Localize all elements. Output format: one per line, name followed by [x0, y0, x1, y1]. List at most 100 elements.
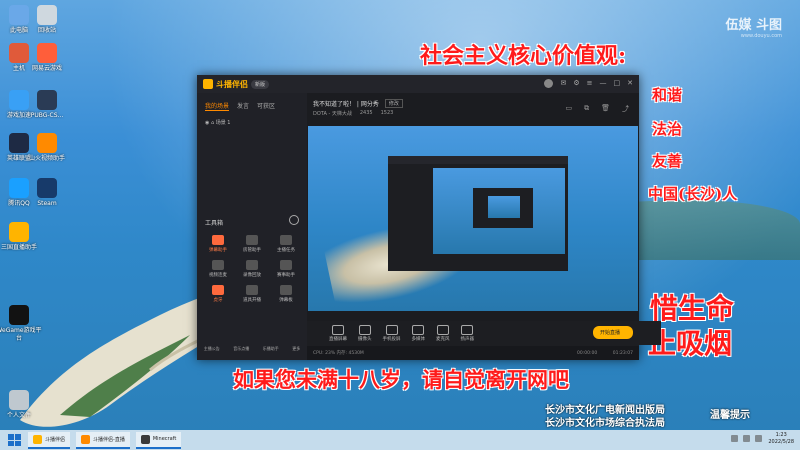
app-logo-icon	[203, 79, 213, 89]
desktop-icon-image	[9, 222, 29, 242]
taskbar-app[interactable]: 斗播伴侣-直播	[76, 431, 130, 449]
tool-button[interactable]: 房管助手	[235, 235, 269, 253]
desktop-icon[interactable]: PUBG-CS...	[24, 90, 70, 120]
overlay-issuer-2: 长沙市文化市场综合执法局	[545, 418, 665, 429]
tool-icon	[212, 235, 224, 245]
source-button[interactable]: 多媒体	[412, 324, 425, 342]
tab-speak[interactable]: 发言	[237, 101, 249, 111]
desktop-icon[interactable]: 三国直播助手	[0, 222, 42, 252]
tool-button[interactable]: 弹幕助手	[201, 235, 235, 253]
more-button[interactable]: 更多	[292, 346, 300, 352]
tool-icon	[212, 260, 224, 270]
source-icon	[358, 324, 371, 335]
desktop-icon-image	[37, 90, 57, 110]
room-category[interactable]: DOTA - 天梯大战	[313, 110, 352, 117]
copy-icon[interactable]: ⧉	[584, 104, 589, 114]
tool-button[interactable]: 道具开播	[235, 285, 269, 303]
scene-item[interactable]: ◉ ⌂ 场景 1	[197, 111, 307, 134]
announcement-button[interactable]: 主播公告	[204, 346, 220, 352]
source-icon	[412, 324, 425, 335]
start-button[interactable]	[8, 434, 22, 446]
desktop-icon[interactable]: 回收站	[24, 5, 70, 35]
tray-icons[interactable]	[731, 435, 762, 442]
tab-my-scene[interactable]: 我的场景	[205, 101, 230, 111]
room-number: 2435	[359, 110, 373, 116]
menu-icon[interactable]: ≡	[587, 79, 593, 88]
stream-preview[interactable]	[308, 126, 638, 311]
overlay-value-1: 和谐	[652, 86, 683, 104]
tool-button[interactable]: 赛事助手	[269, 260, 303, 278]
tool-button[interactable]: 虎牙	[201, 285, 235, 303]
version-pill[interactable]: 新版	[251, 79, 270, 89]
overlay-value-3: 友善	[652, 152, 683, 170]
tool-button[interactable]: 视频连麦	[201, 260, 235, 278]
status-clock: 01:23:07	[612, 350, 633, 356]
maximize-icon[interactable]: □	[614, 79, 621, 88]
taskbar-app-icon	[81, 434, 91, 444]
taskbar-app-icon	[33, 434, 42, 444]
tool-icon	[280, 285, 292, 295]
settings-icon[interactable]: ⚙	[573, 79, 579, 88]
tool-button[interactable]: 主播任务	[269, 235, 303, 253]
delete-icon[interactable]: 🗑	[601, 104, 610, 114]
taskbar-app-icon	[140, 434, 150, 444]
status-bar: CPU: 23% 内存: 4530M 00:00:00 01:23:07	[307, 346, 639, 360]
edit-title-button[interactable]: 修改	[384, 99, 403, 108]
desktop-icon-image	[37, 178, 57, 198]
source-button[interactable]: 扬声器	[461, 324, 474, 342]
overlay-heading: 社会主义核心价值观:	[420, 43, 627, 69]
desktop-icon-label: 网易云游戏	[31, 65, 62, 72]
message-icon[interactable]: ✉	[560, 79, 566, 88]
source-button[interactable]: 直播屏幕	[329, 324, 347, 342]
music-button[interactable]: 音乐点播	[233, 346, 249, 352]
app-sidebar: 我的场景 发言 可获区 ◉ ⌂ 场景 1 工具箱 弹幕助手 房管助手 主播任务视频连…	[197, 93, 307, 360]
music-helper-button[interactable]: 乐播助手	[263, 346, 279, 352]
tool-button[interactable]: 弹幕板	[269, 285, 303, 303]
share-icon[interactable]: ⤴	[622, 104, 629, 114]
status-performance: CPU: 23% 内存: 4530M	[313, 351, 364, 356]
minimize-icon[interactable]: —	[600, 79, 607, 88]
app-titlebar[interactable]: 斗播伴侣 新版 ✉ ⚙ ≡ — □ ✕	[197, 75, 639, 93]
user-avatar[interactable]	[544, 79, 554, 88]
overlay-value-2: 法治	[652, 120, 683, 138]
desktop-icon-image	[37, 5, 57, 25]
tool-icon	[280, 235, 292, 245]
overlay-tip: 温馨提示	[710, 410, 750, 421]
desktop-icon-label: 个人文件	[6, 412, 31, 419]
source-button[interactable]: 麦克风	[436, 324, 450, 342]
desktop-icon-image	[37, 133, 57, 153]
room-title: 我不知道了啦！ | 网分秀	[313, 101, 379, 108]
desktop-icon[interactable]: 山火视频助手	[24, 133, 70, 163]
tab-available[interactable]: 可获区	[257, 101, 275, 111]
source-button[interactable]: 摄像头	[358, 324, 372, 342]
desktop-icon[interactable]: 网易云游戏	[24, 43, 70, 73]
overlay-cherish: 惜生命	[650, 292, 735, 325]
source-icon	[461, 324, 474, 335]
desktop-icon[interactable]: Steam	[24, 178, 70, 208]
layout-icon[interactable]: ▭	[565, 104, 572, 114]
desktop-icon-image	[37, 43, 57, 63]
taskbar-app[interactable]: Minecraft	[135, 431, 182, 449]
desktop-icon[interactable]: WeGame游戏平台	[0, 305, 42, 343]
toolbox-settings-icon[interactable]	[289, 215, 299, 225]
desktop-icon-label: 回收站	[37, 27, 56, 34]
overlay-city: 中国(长沙)人	[648, 185, 738, 203]
source-button[interactable]: 手机投屏	[383, 324, 401, 342]
watermark-logo: 伍媒 斗图 www.douyu.com	[725, 18, 782, 39]
taskbar: 斗播伴侣 斗播伴侣-直播 Minecraft 1:23 2022/5/28	[0, 430, 800, 450]
close-icon[interactable]: ✕	[627, 79, 633, 88]
tool-button[interactable]: 录像回放	[235, 260, 269, 278]
desktop-icon-label: PUBG-CS...	[30, 112, 64, 119]
tray-clock[interactable]: 1:23 2022/5/28	[768, 432, 794, 446]
desktop-icon-image	[9, 390, 29, 410]
taskbar-app[interactable]: 斗播伴侣	[28, 431, 71, 449]
desktop-icon-image	[9, 305, 29, 325]
desktop-icon-label: 三国直播助手	[0, 244, 37, 251]
start-live-button[interactable]: 开始直播	[593, 326, 633, 339]
tool-icon	[246, 285, 258, 295]
toolbox-title: 工具箱	[205, 220, 224, 227]
app-main: 我不知道了啦！ | 网分秀 修改 DOTA - 天梯大战 2435 1523 ▭…	[307, 93, 639, 323]
app-logo: 斗播伴侣 新版	[203, 78, 270, 90]
streaming-app-window[interactable]: 斗播伴侣 新版 ✉ ⚙ ≡ — □ ✕ 我的场景 发言 可获区 ◉ ⌂ 场景 1…	[197, 75, 661, 360]
desktop-icon[interactable]: 个人文件	[0, 390, 42, 420]
